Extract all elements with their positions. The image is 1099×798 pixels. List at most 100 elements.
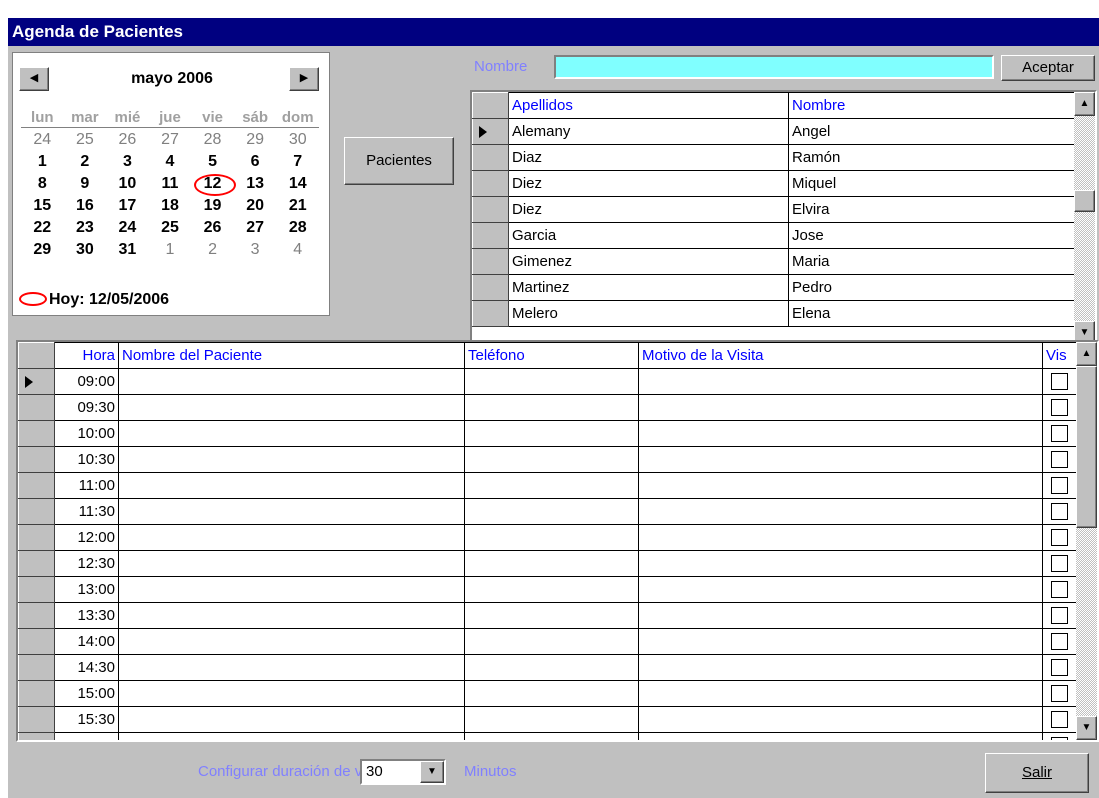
- paciente-cell[interactable]: [118, 654, 465, 681]
- month-calendar[interactable]: ◀ mayo 2006 ▶ lun mar mié jue vie sáb dom 24 25…: [12, 52, 330, 316]
- calendar-day[interactable]: 23: [64, 217, 107, 239]
- patient-row[interactable]: Diez Miquel: [472, 170, 1077, 197]
- column-header-paciente[interactable]: Nombre del Paciente: [118, 342, 465, 369]
- visitado-cell[interactable]: [1042, 472, 1077, 499]
- dropdown-arrow-icon[interactable]: ▼: [420, 761, 444, 783]
- visitado-cell[interactable]: [1042, 576, 1077, 603]
- paciente-cell[interactable]: [118, 446, 465, 473]
- row-selector[interactable]: [18, 680, 55, 707]
- patients-scroll-thumb[interactable]: [1074, 190, 1095, 212]
- calendar-day[interactable]: 28: [191, 129, 234, 151]
- row-selector[interactable]: [472, 196, 509, 223]
- calendar-day[interactable]: 9: [64, 173, 107, 195]
- visitado-cell[interactable]: [1042, 550, 1077, 577]
- calendar-day[interactable]: 4: [149, 151, 192, 173]
- calendar-day[interactable]: 2: [64, 151, 107, 173]
- motivo-cell[interactable]: [638, 602, 1043, 629]
- row-selector[interactable]: [472, 222, 509, 249]
- row-selector[interactable]: [472, 144, 509, 171]
- nombre-cell[interactable]: Miquel: [788, 170, 1077, 197]
- agenda-row[interactable]: 11:00: [18, 472, 1077, 499]
- calendar-day[interactable]: 17: [106, 195, 149, 217]
- row-selector[interactable]: [18, 394, 55, 421]
- row-selector[interactable]: [18, 420, 55, 447]
- visitado-cell[interactable]: [1042, 394, 1077, 421]
- agenda-scroll-thumb[interactable]: [1076, 366, 1097, 528]
- hora-cell[interactable]: 09:00: [54, 368, 119, 395]
- calendar-day[interactable]: 27: [149, 129, 192, 151]
- scroll-down-icon[interactable]: ▼: [1076, 716, 1097, 740]
- row-selector[interactable]: [18, 498, 55, 525]
- apellidos-cell[interactable]: Gimenez: [508, 248, 789, 275]
- hora-cell[interactable]: 11:30: [54, 498, 119, 525]
- telefono-cell[interactable]: [464, 472, 639, 499]
- agenda-grid[interactable]: Hora Nombre del Paciente Teléfono Motivo…: [16, 340, 1099, 742]
- agenda-row[interactable]: 14:30: [18, 654, 1077, 681]
- calendar-day[interactable]: 4: [276, 239, 319, 261]
- motivo-cell[interactable]: [638, 394, 1043, 421]
- apellidos-cell[interactable]: Alemany: [508, 118, 789, 145]
- motivo-cell[interactable]: [638, 472, 1043, 499]
- motivo-cell[interactable]: [638, 732, 1043, 740]
- visitado-checkbox[interactable]: [1051, 659, 1068, 677]
- agenda-row[interactable]: 09:00: [18, 368, 1077, 395]
- row-selector[interactable]: [18, 524, 55, 551]
- motivo-cell[interactable]: [638, 680, 1043, 707]
- motivo-cell[interactable]: [638, 498, 1043, 525]
- calendar-day[interactable]: 1: [149, 239, 192, 261]
- scroll-up-icon[interactable]: ▲: [1076, 342, 1097, 366]
- nombre-search-input[interactable]: [554, 55, 994, 79]
- agenda-row[interactable]: 10:00: [18, 420, 1077, 447]
- column-header-apellidos[interactable]: Apellidos: [508, 92, 789, 119]
- hora-cell[interactable]: 10:30: [54, 446, 119, 473]
- telefono-cell[interactable]: [464, 576, 639, 603]
- patients-scrollbar[interactable]: ▲ ▼: [1074, 92, 1095, 345]
- paciente-cell[interactable]: [118, 524, 465, 551]
- visitado-cell[interactable]: [1042, 368, 1077, 395]
- hora-cell[interactable]: 13:00: [54, 576, 119, 603]
- visitado-checkbox[interactable]: [1051, 711, 1068, 729]
- nombre-cell[interactable]: Pedro: [788, 274, 1077, 301]
- row-selector[interactable]: [18, 368, 55, 395]
- agenda-row[interactable]: 15:00: [18, 680, 1077, 707]
- calendar-day[interactable]: 14: [276, 173, 319, 195]
- calendar-day[interactable]: 10: [106, 173, 149, 195]
- visitado-checkbox[interactable]: [1051, 685, 1068, 703]
- row-selector[interactable]: [18, 628, 55, 655]
- paciente-cell[interactable]: [118, 602, 465, 629]
- calendar-day[interactable]: 26: [106, 129, 149, 151]
- row-selector[interactable]: [472, 118, 509, 145]
- hora-cell[interactable]: 13:30: [54, 602, 119, 629]
- row-selector[interactable]: [472, 300, 509, 327]
- visitado-checkbox[interactable]: [1051, 529, 1068, 547]
- agenda-scrollbar[interactable]: ▲ ▼: [1076, 342, 1097, 740]
- calendar-day[interactable]: 24: [21, 129, 64, 151]
- row-selector[interactable]: [18, 732, 55, 740]
- motivo-cell[interactable]: [638, 420, 1043, 447]
- agenda-row[interactable]: 10:30: [18, 446, 1077, 473]
- patient-row[interactable]: Diaz Ramón: [472, 144, 1077, 171]
- paciente-cell[interactable]: [118, 368, 465, 395]
- hora-cell[interactable]: 11:00: [54, 472, 119, 499]
- agenda-row[interactable]: 11:30: [18, 498, 1077, 525]
- row-selector[interactable]: [18, 654, 55, 681]
- calendar-day[interactable]: 19: [191, 195, 234, 217]
- telefono-cell[interactable]: [464, 628, 639, 655]
- calendar-day[interactable]: 20: [234, 195, 277, 217]
- column-header-telefono[interactable]: Teléfono: [464, 342, 639, 369]
- next-month-button[interactable]: ▶: [289, 67, 319, 91]
- visitado-cell[interactable]: [1042, 654, 1077, 681]
- visitado-checkbox[interactable]: [1051, 451, 1068, 469]
- agenda-row[interactable]: 13:00: [18, 576, 1077, 603]
- visitado-checkbox[interactable]: [1051, 633, 1068, 651]
- visitado-cell[interactable]: [1042, 420, 1077, 447]
- paciente-cell[interactable]: [118, 472, 465, 499]
- visitado-checkbox[interactable]: [1051, 425, 1068, 443]
- calendar-day[interactable]: 6: [234, 151, 277, 173]
- nombre-cell[interactable]: Jose: [788, 222, 1077, 249]
- agenda-row[interactable]: 09:30: [18, 394, 1077, 421]
- row-selector[interactable]: [18, 472, 55, 499]
- patient-row[interactable]: Melero Elena: [472, 300, 1077, 327]
- nombre-cell[interactable]: Maria: [788, 248, 1077, 275]
- visitado-cell[interactable]: [1042, 732, 1077, 740]
